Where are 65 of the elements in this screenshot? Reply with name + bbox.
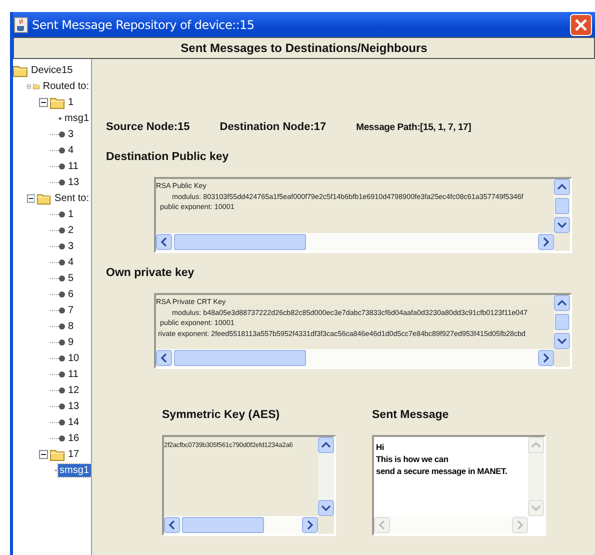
scroll-down-icon[interactable] [554, 217, 570, 233]
tree-item[interactable]: Device15 [29, 64, 75, 76]
scroll-thumb[interactable] [174, 350, 306, 366]
folder-icon [13, 63, 28, 77]
tree-item[interactable]: 2 [66, 224, 76, 236]
tree-item[interactable]: Sent to: [52, 192, 91, 204]
tree-item[interactable]: 16 [66, 432, 82, 444]
text-line: send a secure message in MANET. [376, 465, 508, 477]
tree-item[interactable]: 13 [66, 400, 82, 412]
scroll-up-icon[interactable] [318, 437, 334, 453]
scroll-up-icon[interactable] [554, 179, 570, 195]
scroll-left-icon[interactable] [164, 517, 180, 533]
tree-item[interactable]: 1 [66, 208, 76, 220]
scroll-up-icon[interactable] [554, 295, 570, 311]
tree-item[interactable]: 3 [66, 128, 76, 140]
panel-header: Sent Messages to Destinations/Neighbours [13, 37, 595, 59]
collapse-icon[interactable] [39, 98, 48, 106]
scroll-left-icon[interactable] [156, 350, 172, 366]
tree-item[interactable]: 17 [66, 448, 82, 460]
collapse-icon[interactable] [39, 450, 48, 458]
folder-icon [37, 191, 52, 205]
tree-item[interactable]: 6 [66, 288, 76, 300]
tree-item[interactable]: 7 [66, 304, 76, 316]
tree-item[interactable]: 14 [66, 416, 82, 428]
folder-icon [50, 95, 65, 109]
section-label: Sent Message [372, 409, 450, 423]
scroll-thumb[interactable] [555, 314, 569, 330]
info-label: Message Path:[15, 1, 7, 17] [356, 122, 472, 133]
scroll-right-icon[interactable] [538, 350, 554, 366]
section-label: Own private key [106, 267, 196, 281]
tree-item[interactable]: smsg1 [58, 464, 91, 476]
text-area[interactable] [154, 293, 572, 369]
tree-item[interactable]: 8 [66, 320, 76, 332]
scroll-thumb[interactable] [555, 198, 569, 214]
scroll-down-icon[interactable] [554, 333, 570, 349]
section-label: Symmetric Key (AES) [162, 409, 281, 423]
text-line: This is how we can [376, 453, 450, 465]
section-label: Destination Public key [106, 151, 230, 165]
tree-item[interactable]: 12 [66, 384, 82, 396]
scroll-thumb[interactable] [182, 517, 264, 533]
tree-item[interactable]: msg1 [62, 112, 91, 124]
folder-icon [50, 447, 65, 461]
scroll-right-icon[interactable] [302, 517, 318, 533]
close-icon[interactable] [570, 14, 592, 36]
scroll-down-icon[interactable] [318, 500, 334, 516]
window-title: Sent Message Repository of device::15 [32, 18, 256, 32]
tree-item[interactable]: 13 [66, 176, 82, 188]
scroll-right-icon[interactable] [538, 234, 554, 250]
scroll-left-icon[interactable] [156, 234, 172, 250]
text-line: Hi [376, 441, 385, 453]
tree-item[interactable]: 11 [66, 160, 80, 172]
info-label: Destination Node:17 [220, 121, 326, 133]
tree-item[interactable]: 10 [66, 352, 82, 364]
scroll-thumb[interactable] [174, 234, 306, 250]
collapse-icon[interactable] [27, 194, 36, 202]
info-label: Source Node:15 [106, 121, 190, 133]
coffee-cup-icon [14, 16, 28, 32]
tree-item[interactable]: 4 [66, 144, 76, 156]
tree-item[interactable]: 3 [66, 240, 76, 252]
tree-item[interactable]: 11 [66, 368, 80, 380]
tree-item[interactable]: Routed to: [40, 80, 91, 92]
tree-item[interactable]: 4 [66, 256, 76, 268]
tree-item[interactable]: 5 [66, 272, 76, 284]
tree-item[interactable]: 1 [66, 96, 76, 108]
tree-item[interactable]: 9 [66, 336, 76, 348]
